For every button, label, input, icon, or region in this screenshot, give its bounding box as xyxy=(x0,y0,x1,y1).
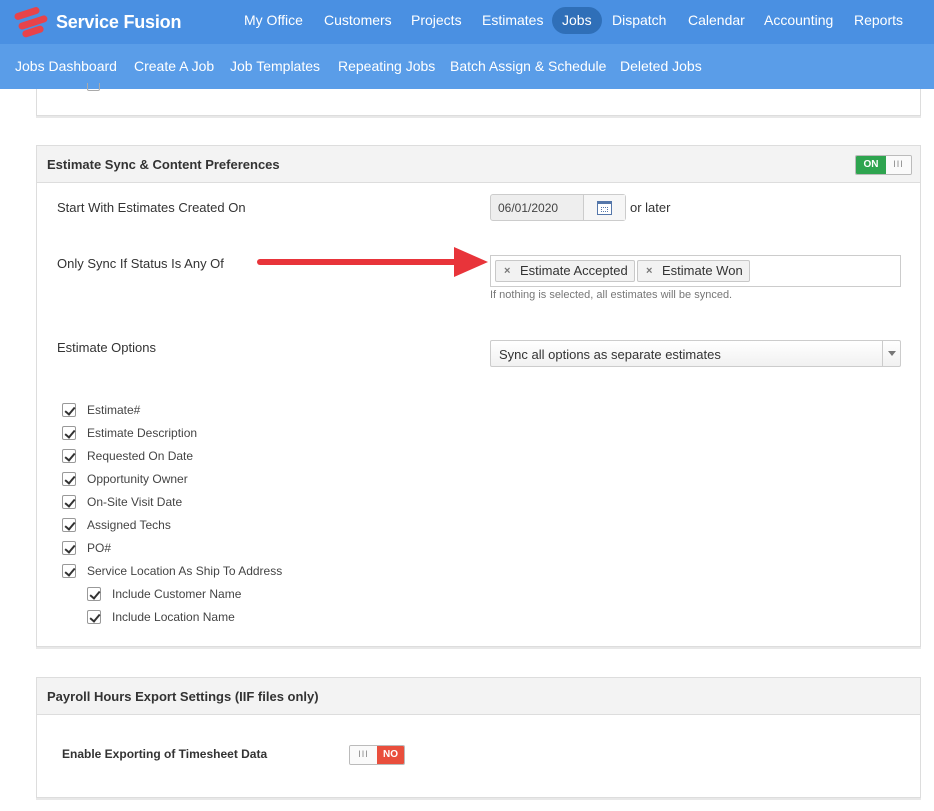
status-tag-input[interactable]: × Estimate Accepted × Estimate Won xyxy=(490,255,901,287)
subnav-repeating-jobs[interactable]: Repeating Jobs xyxy=(338,58,435,74)
start-date-input[interactable]: 06/01/2020 xyxy=(490,194,626,221)
checkbox-estimate-number[interactable]: Estimate# xyxy=(62,402,140,418)
nav-item-dispatch[interactable]: Dispatch xyxy=(612,7,666,34)
sub-navigation-bar: Jobs Dashboard Create A Job Job Template… xyxy=(0,44,934,89)
checkbox-label: Include Location Name xyxy=(112,610,235,624)
enable-timesheet-export-label: Enable Exporting of Timesheet Data xyxy=(62,747,268,761)
subnav-create-a-job[interactable]: Create A Job xyxy=(134,58,214,74)
checkbox-estimate-description[interactable]: Estimate Description xyxy=(62,425,197,441)
estimate-options-select[interactable]: Sync all options as separate estimates xyxy=(490,340,901,367)
checkbox-label: Estimate# xyxy=(87,403,141,417)
previous-panel-bottom xyxy=(36,83,921,116)
checkbox-checked-icon[interactable] xyxy=(62,426,76,440)
checkbox-label: Assigned Techs xyxy=(87,518,171,532)
status-hint-text: If nothing is selected, all estimates wi… xyxy=(490,289,733,301)
subnav-batch-assign-schedule[interactable]: Batch Assign & Schedule xyxy=(450,58,606,74)
remove-tag-icon[interactable]: × xyxy=(504,261,510,281)
checkbox-checked-icon[interactable] xyxy=(62,518,76,532)
checkbox-label: Requested On Date xyxy=(87,449,194,463)
top-navigation-bar: Service Fusion My Office Customers Proje… xyxy=(0,0,934,44)
nav-item-projects[interactable]: Projects xyxy=(411,7,462,34)
checkbox-requested-on-date[interactable]: Requested On Date xyxy=(62,448,193,464)
checkbox-include-customer-name[interactable]: Include Customer Name xyxy=(87,586,241,602)
estimate-sync-panel-header: Estimate Sync & Content Preferences ON I… xyxy=(37,146,920,183)
checkbox-service-location-ship-to[interactable]: Service Location As Ship To Address xyxy=(62,563,282,579)
toggle-grip-icon: III xyxy=(886,156,911,174)
or-later-text: or later xyxy=(630,200,671,215)
nav-item-accounting[interactable]: Accounting xyxy=(764,7,833,34)
app-name: Service Fusion xyxy=(56,11,182,32)
start-date-label: Start With Estimates Created On xyxy=(57,200,246,215)
tag-label: Estimate Won xyxy=(662,263,743,278)
estimate-sync-panel: Estimate Sync & Content Preferences ON I… xyxy=(36,145,921,647)
calendar-button[interactable] xyxy=(583,195,625,220)
status-tag-estimate-accepted[interactable]: × Estimate Accepted xyxy=(495,260,635,282)
checkbox-assigned-techs[interactable]: Assigned Techs xyxy=(62,517,171,533)
toggle-grip-icon: III xyxy=(350,746,377,764)
checkbox-include-location-name[interactable]: Include Location Name xyxy=(87,609,235,625)
chevron-down-icon[interactable] xyxy=(882,341,900,366)
checkbox-checked-icon[interactable] xyxy=(62,403,76,417)
payroll-title: Payroll Hours Export Settings (IIF files… xyxy=(47,689,319,704)
calendar-icon xyxy=(597,201,612,215)
tag-label: Estimate Accepted xyxy=(520,263,628,278)
remove-tag-icon[interactable]: × xyxy=(646,261,652,281)
checkbox-label: PO# xyxy=(87,541,112,555)
checkbox-label: Estimate Description xyxy=(87,426,198,440)
checkbox-checked-icon[interactable] xyxy=(62,541,76,555)
app-logo[interactable]: Service Fusion xyxy=(12,6,182,39)
toggle-on-label: ON xyxy=(856,156,886,174)
partial-checkbox[interactable] xyxy=(87,83,100,91)
checkbox-on-site-visit-date[interactable]: On-Site Visit Date xyxy=(62,494,182,510)
checkbox-opportunity-owner[interactable]: Opportunity Owner xyxy=(62,471,188,487)
checkbox-checked-icon[interactable] xyxy=(62,449,76,463)
nav-item-my-office[interactable]: My Office xyxy=(244,7,303,34)
checkbox-checked-icon[interactable] xyxy=(87,587,101,601)
payroll-panel-header: Payroll Hours Export Settings (IIF files… xyxy=(37,678,920,715)
start-date-value: 06/01/2020 xyxy=(498,201,559,215)
estimate-options-label: Estimate Options xyxy=(57,340,156,355)
status-filter-label: Only Sync If Status Is Any Of xyxy=(57,256,224,271)
toggle-off-label: NO xyxy=(377,746,404,764)
subnav-jobs-dashboard[interactable]: Jobs Dashboard xyxy=(15,58,117,74)
estimate-options-value: Sync all options as separate estimates xyxy=(499,347,721,362)
checkbox-checked-icon[interactable] xyxy=(62,564,76,578)
checkbox-checked-icon[interactable] xyxy=(62,495,76,509)
service-fusion-logo-icon xyxy=(12,6,52,39)
payroll-export-panel: Payroll Hours Export Settings (IIF files… xyxy=(36,677,921,798)
nav-item-reports[interactable]: Reports xyxy=(854,7,903,34)
subnav-deleted-jobs[interactable]: Deleted Jobs xyxy=(620,58,702,74)
checkbox-label: Service Location As Ship To Address xyxy=(87,564,283,578)
checkbox-checked-icon[interactable] xyxy=(87,610,101,624)
checkbox-label: Opportunity Owner xyxy=(87,472,188,486)
nav-item-estimates[interactable]: Estimates xyxy=(482,7,543,34)
estimate-sync-title: Estimate Sync & Content Preferences xyxy=(47,157,280,172)
nav-item-jobs[interactable]: Jobs xyxy=(552,7,602,34)
nav-item-calendar[interactable]: Calendar xyxy=(688,7,745,34)
nav-item-customers[interactable]: Customers xyxy=(324,7,392,34)
status-tag-estimate-won[interactable]: × Estimate Won xyxy=(637,260,750,282)
subnav-job-templates[interactable]: Job Templates xyxy=(230,58,320,74)
checkbox-po-number[interactable]: PO# xyxy=(62,540,111,556)
checkbox-checked-icon[interactable] xyxy=(62,472,76,486)
annotation-arrow-icon xyxy=(257,247,488,277)
timesheet-export-toggle[interactable]: III NO xyxy=(349,745,405,765)
checkbox-label: Include Customer Name xyxy=(112,587,242,601)
checkbox-label: On-Site Visit Date xyxy=(87,495,183,509)
estimate-sync-toggle[interactable]: ON III xyxy=(855,155,912,175)
